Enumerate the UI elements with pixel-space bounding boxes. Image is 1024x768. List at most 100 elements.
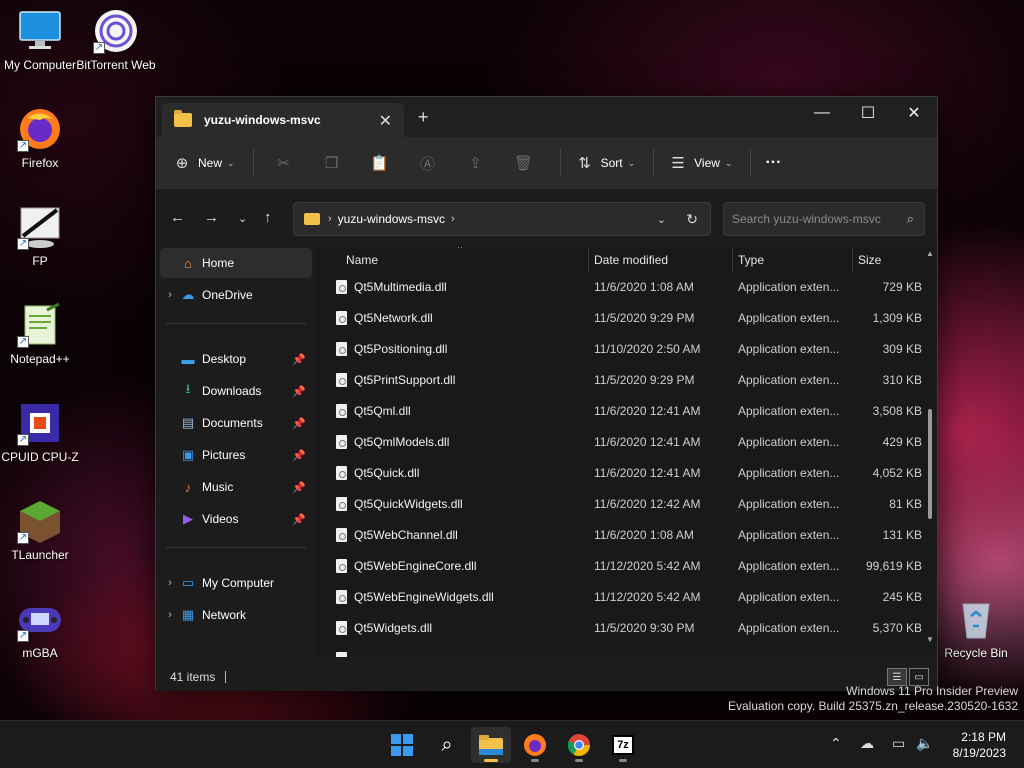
table-row[interactable]: Qt5PrintSupport.dll 11/5/2020 9:29 PM Appl… bbox=[316, 364, 936, 395]
desktop-icon-bittorrent[interactable]: ↗ BitTorrent Web bbox=[76, 8, 156, 72]
firefox-icon: ↗ bbox=[17, 106, 63, 152]
system-clock[interactable]: 2:18 PM 8/19/2023 bbox=[953, 729, 1006, 761]
column-divider[interactable] bbox=[732, 247, 733, 271]
table-row[interactable]: Qt5Multimedia.dll 11/6/2020 1:08 AM Applic… bbox=[316, 271, 936, 302]
share-icon[interactable]: ⇪ bbox=[460, 147, 492, 179]
file-size: 729 KB bbox=[882, 279, 922, 294]
minimize-button[interactable]: — bbox=[799, 97, 845, 129]
column-divider[interactable] bbox=[852, 247, 853, 271]
sidebar-item-pictures[interactable]: ▣ Pictures 📌 bbox=[160, 440, 312, 470]
file-explorer-icon bbox=[479, 735, 503, 755]
paste-icon[interactable]: 📋 bbox=[364, 147, 396, 179]
sidebar-item-onedrive[interactable]: › ☁ OneDrive bbox=[160, 280, 312, 310]
desktop-icon-fp[interactable]: ↗ FP bbox=[0, 204, 80, 268]
network-icon[interactable]: ▭ bbox=[892, 735, 905, 752]
search-box[interactable]: ⌕ bbox=[723, 202, 925, 236]
sidebar-item-desktop[interactable]: ▬ Desktop 📌 bbox=[160, 344, 312, 374]
sidebar-item-downloads[interactable]: ⭳ Downloads 📌 bbox=[160, 376, 312, 406]
desktop-icon-cpuz[interactable]: ↗ CPUID CPU-Z bbox=[0, 400, 80, 464]
plus-circle-icon: ⊕ bbox=[175, 155, 189, 172]
table-row[interactable]: Qt5WebEngineWidgets.dll 11/12/2020 5:42 A… bbox=[316, 581, 936, 612]
start-button[interactable] bbox=[382, 727, 422, 763]
desktop-icon-recycle-bin[interactable]: Recycle Bin bbox=[936, 596, 1016, 660]
show-hidden-icons-chevron-icon[interactable]: ⌃ bbox=[830, 735, 842, 752]
breadcrumb-chevron-icon[interactable]: › bbox=[451, 213, 455, 225]
tab-close-button[interactable]: ✕ bbox=[379, 111, 392, 131]
tab-yuzu-windows-msvc[interactable]: yuzu-windows-msvc ✕ bbox=[162, 103, 404, 137]
forward-arrow-icon[interactable]: → bbox=[204, 209, 219, 226]
search-input[interactable] bbox=[724, 203, 894, 235]
table-row[interactable]: Qt5WebChannel.dll 11/6/2020 1:08 AM Applic… bbox=[316, 519, 936, 550]
table-row[interactable]: Qt5Quick.dll 11/6/2020 12:41 AM Applicatio… bbox=[316, 457, 936, 488]
column-header-date[interactable]: Date modified bbox=[594, 253, 668, 267]
expand-chevron-icon[interactable]: › bbox=[160, 577, 180, 589]
table-row[interactable]: Qt5Network.dll 11/5/2020 9:29 PM Applicati… bbox=[316, 302, 936, 333]
more-options-button[interactable]: ··· bbox=[765, 147, 781, 179]
expand-chevron-icon[interactable]: › bbox=[160, 609, 180, 621]
file-size: 245 KB bbox=[882, 589, 922, 604]
notepadpp-icon: ↗ bbox=[17, 302, 63, 348]
more-icon: ··· bbox=[765, 154, 782, 171]
breadcrumb-current-folder[interactable]: yuzu-windows-msvc bbox=[338, 212, 445, 226]
sidebar-item-documents[interactable]: ▤ Documents 📌 bbox=[160, 408, 312, 438]
expand-chevron-icon[interactable]: › bbox=[160, 289, 180, 301]
new-button[interactable]: ⊕ New ⌄ bbox=[172, 147, 235, 179]
taskbar-chrome[interactable] bbox=[559, 727, 599, 763]
sidebar-item-network[interactable]: › ▦ Network bbox=[160, 600, 312, 630]
volume-icon[interactable]: 🔈 bbox=[916, 735, 933, 752]
sidebar-item-home[interactable]: ⌂ Home bbox=[160, 248, 312, 278]
table-row[interactable]: Qt5Widgets.dll 11/5/2020 9:30 PM Applicati… bbox=[316, 612, 936, 643]
desktop-icon-tlauncher[interactable]: ↗ TLauncher bbox=[0, 498, 80, 562]
desktop-icon-mgba[interactable]: ↗ mGBA bbox=[0, 596, 80, 660]
close-button[interactable]: ✕ bbox=[891, 97, 937, 129]
sidebar-item-label: OneDrive bbox=[202, 288, 253, 302]
view-button[interactable]: ☰ View ⌄ bbox=[668, 147, 732, 179]
status-divider bbox=[225, 671, 227, 683]
cloud-icon: ☁ bbox=[181, 287, 195, 302]
scroll-up-arrow-icon[interactable]: ▲ bbox=[926, 249, 934, 258]
back-arrow-icon[interactable]: ← bbox=[170, 209, 185, 226]
rename-icon[interactable]: Ⓐ bbox=[412, 147, 444, 179]
pin-icon: 📌 bbox=[292, 417, 306, 430]
watermark-line-2: Evaluation copy. Build 25375.zn_release.… bbox=[728, 699, 1018, 713]
taskbar-7zip[interactable]: 7z bbox=[603, 727, 643, 763]
sidebar-item-videos[interactable]: ▶ Videos 📌 bbox=[160, 504, 312, 534]
recent-locations-chevron-icon[interactable]: ⌄ bbox=[238, 212, 247, 225]
table-row[interactable]: Qt5QmlModels.dll 11/6/2020 12:41 AM Applic… bbox=[316, 426, 936, 457]
refresh-icon[interactable]: ↻ bbox=[686, 211, 698, 228]
desktop-icon-firefox[interactable]: ↗ Firefox bbox=[0, 106, 80, 170]
sidebar-item-my-computer[interactable]: › ▭ My Computer bbox=[160, 568, 312, 598]
table-row[interactable]: Qt5Positioning.dll 11/10/2020 2:50 AM Appl… bbox=[316, 333, 936, 364]
table-row[interactable]: Qt5WebEngineCore.dll 11/12/2020 5:42 AM Ap… bbox=[316, 550, 936, 581]
sidebar-item-label: Downloads bbox=[202, 384, 262, 398]
column-header-type[interactable]: Type bbox=[738, 253, 764, 267]
maximize-button[interactable]: ☐ bbox=[845, 97, 891, 129]
copy-icon[interactable]: ❐ bbox=[316, 147, 348, 179]
table-row-partial[interactable] bbox=[316, 643, 936, 657]
desktop-icon-my-computer[interactable]: My Computer bbox=[0, 8, 80, 72]
table-row[interactable]: Qt5QuickWidgets.dll 11/6/2020 12:42 AM App… bbox=[316, 488, 936, 519]
file-type: Application exten... bbox=[738, 279, 840, 294]
taskbar-firefox[interactable] bbox=[515, 727, 555, 763]
address-bar[interactable]: › yuzu-windows-msvc › ⌄ ↻ bbox=[293, 202, 711, 236]
delete-icon[interactable]: 🗑 bbox=[508, 147, 540, 179]
up-arrow-icon[interactable]: ↑ bbox=[264, 209, 272, 226]
sort-button[interactable]: ⇅ Sort ⌄ bbox=[575, 147, 635, 179]
vertical-scrollbar[interactable]: ▲ ▼ bbox=[926, 249, 934, 649]
scroll-down-arrow-icon[interactable]: ▼ bbox=[926, 635, 934, 644]
column-header-size[interactable]: Size bbox=[858, 253, 881, 267]
address-history-chevron-icon[interactable]: ⌄ bbox=[657, 213, 666, 226]
desktop-icon-label: Recycle Bin bbox=[944, 646, 1008, 660]
new-tab-button[interactable]: + bbox=[418, 107, 429, 128]
desktop-icon-notepadpp[interactable]: ↗ Notepad++ bbox=[0, 302, 80, 366]
column-header-name[interactable]: Name bbox=[346, 253, 378, 267]
taskbar-search-button[interactable]: ⌕ bbox=[427, 727, 467, 763]
table-row[interactable]: Qt5Qml.dll 11/6/2020 12:41 AM Application … bbox=[316, 395, 936, 426]
column-divider[interactable] bbox=[588, 247, 589, 271]
scrollbar-thumb[interactable] bbox=[928, 409, 932, 519]
cut-icon[interactable]: ✂ bbox=[268, 147, 300, 179]
cloud-offline-icon[interactable]: ☁ bbox=[860, 735, 874, 752]
taskbar-file-explorer[interactable] bbox=[471, 727, 511, 763]
sidebar-item-music[interactable]: ♪ Music 📌 bbox=[160, 472, 312, 502]
toolbar-separator bbox=[653, 149, 655, 177]
